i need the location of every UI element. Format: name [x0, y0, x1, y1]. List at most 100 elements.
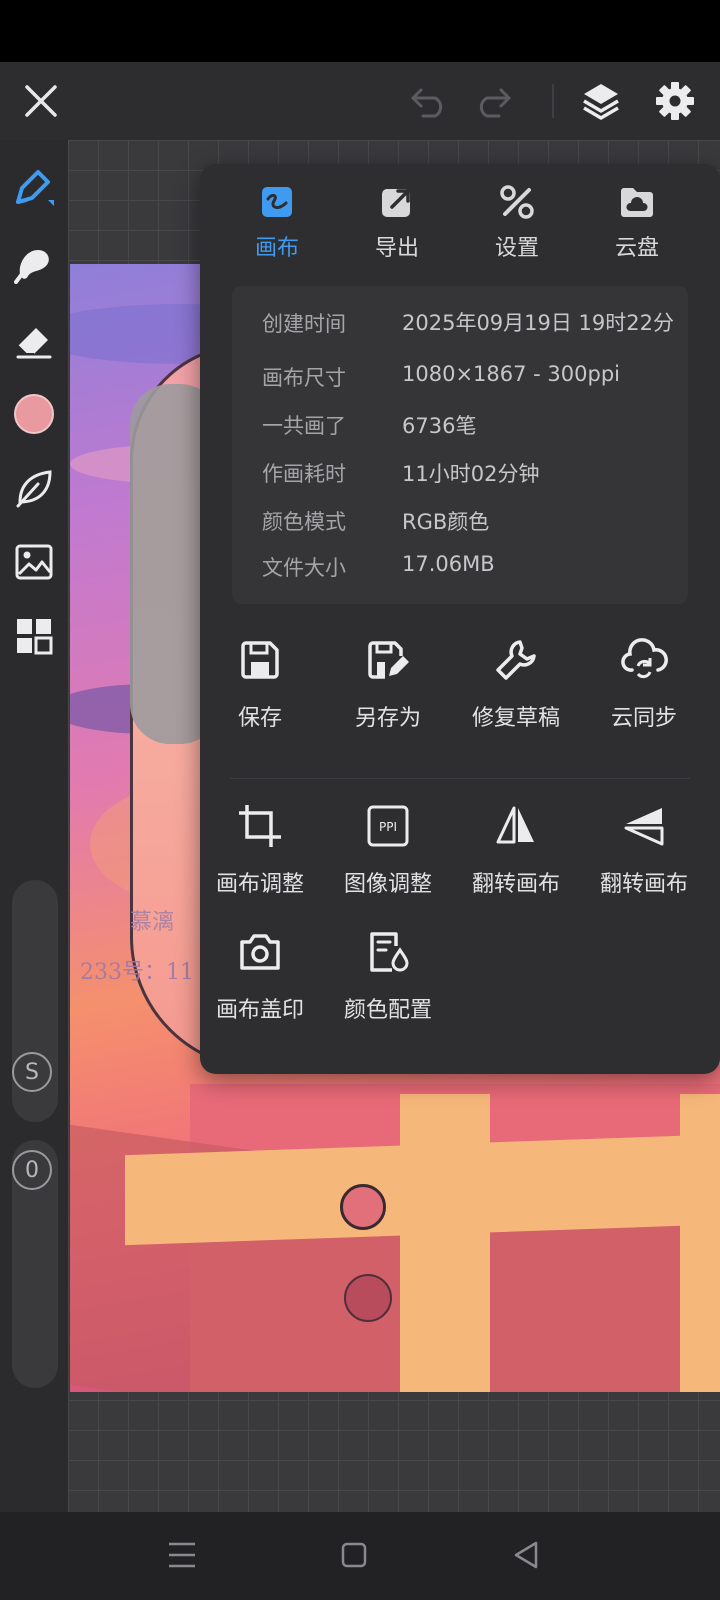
- info-key: 画布尺寸: [262, 366, 346, 390]
- camera-icon: [240, 934, 280, 970]
- fence-post: [400, 1094, 490, 1392]
- cloud-folder-icon: [621, 188, 653, 217]
- back-button[interactable]: [496, 1530, 556, 1580]
- info-value: 17.06MB: [402, 552, 495, 576]
- canvas-stamp-button[interactable]: 画布盖印: [196, 922, 324, 1032]
- leaf-icon: [16, 470, 52, 508]
- close-icon: [25, 85, 57, 117]
- uniform-button: [340, 1184, 386, 1230]
- tab-canvas[interactable]: 画布: [222, 180, 332, 270]
- tools-icon: [500, 185, 534, 219]
- brush-tool[interactable]: [10, 164, 58, 212]
- gear-icon: [656, 82, 694, 120]
- smudge-tool[interactable]: [10, 240, 58, 288]
- home-button[interactable]: [324, 1530, 384, 1580]
- system-navigation-bar: [0, 1512, 720, 1600]
- pen-icon: [16, 170, 54, 206]
- brush-size-knob[interactable]: S: [12, 1052, 52, 1092]
- artwork-signature: 慕漓: [130, 910, 175, 935]
- ppi-icon: PPI: [367, 805, 409, 847]
- canvas-menu-panel: 画布 导出 设置 云盘 创建时间 2025年09月19日 19时22分 画布尺寸…: [200, 164, 720, 1074]
- save-as-button[interactable]: 另存为: [324, 630, 452, 740]
- flip-canvas-horizontal-label: 翻转画布: [471, 872, 560, 897]
- status-bar: [0, 0, 720, 62]
- canvas-adjust-button[interactable]: 画布调整: [196, 796, 324, 906]
- cloud-sync-icon: [621, 638, 668, 679]
- info-key: 文件大小: [262, 556, 346, 580]
- section-divider: [230, 778, 690, 779]
- info-value: 1080×1867 - 300ppi: [402, 362, 620, 386]
- layers-button[interactable]: [576, 76, 626, 126]
- info-key: 创建时间: [262, 312, 346, 336]
- redo-icon: [479, 88, 511, 118]
- save-as-label: 另存为: [354, 706, 421, 731]
- cloud-sync-label: 云同步: [610, 706, 677, 731]
- canvas-info-box: 创建时间 2025年09月19日 19时22分 画布尺寸 1080×1867 -…: [232, 286, 688, 604]
- redo-button[interactable]: [468, 76, 518, 126]
- tab-cloud-drive[interactable]: 云盘: [582, 180, 692, 270]
- canvas-adjust-label: 画布调整: [215, 872, 304, 897]
- tab-export[interactable]: 导出: [342, 180, 452, 270]
- info-value: 2025年09月19日 19时22分: [402, 311, 675, 335]
- eraser-tool[interactable]: [10, 316, 58, 364]
- panel-tabs: 画布 导出 设置 云盘: [200, 164, 720, 274]
- repair-draft-label: 修复草稿: [471, 706, 560, 731]
- info-value: 11小时02分钟: [402, 462, 540, 486]
- save-label: 保存: [237, 706, 282, 731]
- color-profile-label: 颜色配置: [343, 998, 432, 1023]
- cloud-sync-button[interactable]: 云同步: [580, 630, 708, 740]
- image-tool[interactable]: [10, 538, 58, 586]
- flip-canvas-vertical-button[interactable]: 翻转画布: [580, 796, 708, 906]
- info-key: 颜色模式: [262, 510, 346, 534]
- grid-icon: [17, 619, 53, 655]
- tab-label: 导出: [374, 236, 419, 261]
- image-icon: [15, 544, 53, 580]
- crop-icon: [239, 805, 281, 847]
- flip-canvas-horizontal-button[interactable]: 翻转画布: [452, 796, 580, 906]
- info-key: 一共画了: [262, 414, 346, 438]
- flip-horizontal-icon: [496, 806, 534, 844]
- tab-label: 云盘: [614, 236, 659, 261]
- repair-draft-button[interactable]: 修复草稿: [452, 630, 580, 740]
- fence-post: [680, 1094, 720, 1392]
- brush-opacity-knob[interactable]: 0: [12, 1150, 52, 1190]
- layers-icon: [583, 84, 619, 120]
- uniform-button: [344, 1274, 392, 1322]
- menu-button[interactable]: [152, 1530, 212, 1580]
- ppi-icon-text: PPI: [379, 820, 397, 834]
- back-icon: [514, 1541, 538, 1569]
- save-as-icon: [368, 641, 409, 679]
- undo-icon: [411, 88, 443, 118]
- color-profile-button[interactable]: 颜色配置: [324, 922, 452, 1032]
- home-icon: [341, 1542, 367, 1568]
- save-button[interactable]: 保存: [196, 630, 324, 740]
- grid-tool[interactable]: [10, 612, 58, 660]
- canvas-stamp-label: 画布盖印: [215, 998, 304, 1023]
- info-value: RGB颜色: [402, 510, 490, 534]
- top-toolbar: [0, 62, 720, 140]
- image-adjust-button[interactable]: PPI 图像调整: [324, 796, 452, 906]
- image-adjust-label: 图像调整: [343, 872, 432, 897]
- eraser-icon: [16, 328, 52, 359]
- flip-canvas-vertical-label: 翻转画布: [599, 872, 688, 897]
- info-key: 作画耗时: [262, 462, 346, 486]
- tab-label: 设置: [494, 236, 539, 261]
- left-toolbar: S 0: [0, 140, 68, 1512]
- wrench-icon: [496, 640, 536, 680]
- tab-label: 画布: [254, 236, 299, 261]
- settings-button[interactable]: [650, 76, 700, 126]
- menu-icon: [169, 1542, 195, 1568]
- info-value: 6736笔: [402, 414, 477, 438]
- color-profile-icon: [370, 932, 409, 972]
- color-tool[interactable]: [10, 390, 58, 438]
- tab-settings[interactable]: 设置: [462, 180, 572, 270]
- leaf-tool[interactable]: [10, 464, 58, 512]
- smudge-icon: [14, 250, 49, 284]
- flip-vertical-icon: [624, 808, 664, 846]
- canvas-icon: [262, 187, 292, 217]
- artwork-signature-id: 233号：11: [80, 960, 194, 985]
- undo-button[interactable]: [404, 76, 454, 126]
- current-color-swatch: [14, 394, 54, 434]
- save-icon: [241, 641, 279, 679]
- close-button[interactable]: [16, 76, 66, 126]
